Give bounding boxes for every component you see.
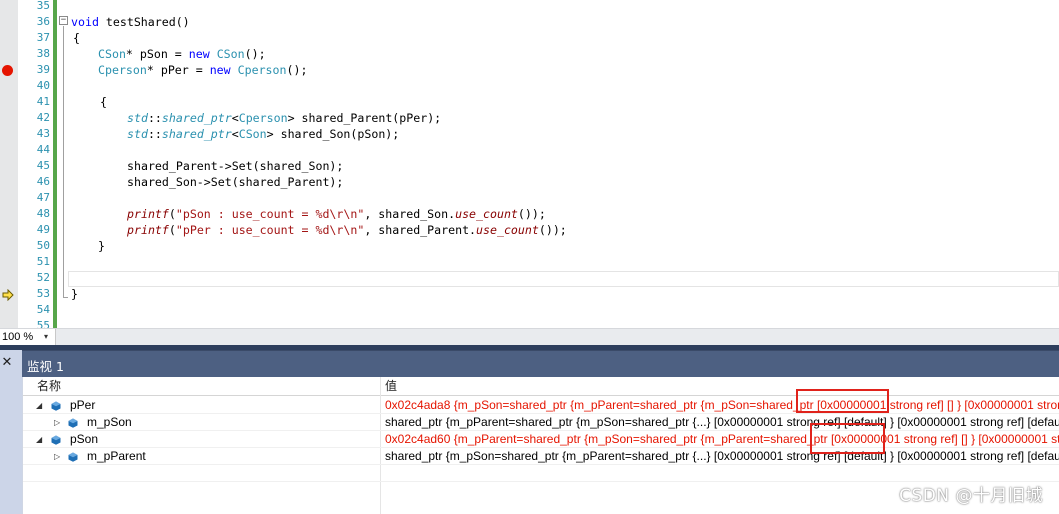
collapsed-icon[interactable]: ▷ (54, 414, 60, 431)
code-line[interactable]: std::shared_ptr<Cperson> shared_Parent(p… (127, 110, 441, 126)
watermark: CSDN @十月旧城 (899, 486, 1043, 506)
watch-row-value[interactable]: 0x02c4ada8 {m_pSon=shared_ptr {m_pParent… (385, 397, 1059, 414)
line-number: 50 (36, 239, 50, 252)
line-number: 54 (36, 303, 50, 316)
fold-guide-end (63, 297, 68, 298)
line-number: 48 (36, 207, 50, 220)
line-number: 44 (36, 143, 50, 156)
code-line[interactable]: } (98, 238, 105, 254)
code-line[interactable]: printf("pSon : use_count = %d\r\n", shar… (127, 206, 546, 222)
line-number: 38 (36, 47, 50, 60)
expanded-icon[interactable]: ◢ (36, 397, 42, 414)
object-icon (68, 418, 78, 428)
breakpoint-margin[interactable] (0, 0, 18, 328)
watch-row[interactable]: ◢ pPer 0x02c4ada8 {m_pSon=shared_ptr {m_… (23, 397, 1059, 414)
object-icon (51, 401, 61, 411)
line-number: 49 (36, 223, 50, 236)
watch-row-name: pPer (70, 398, 96, 412)
fold-guide (63, 26, 64, 298)
instruction-pointer-icon (2, 289, 14, 301)
code-line[interactable]: { (73, 30, 80, 46)
watch-row[interactable]: ▷ m_pSon shared_ptr {m_pParent=shared_pt… (23, 414, 1059, 431)
watch-row[interactable]: ◢ pSon 0x02c4ad60 {m_pParent=shared_ptr … (23, 431, 1059, 448)
line-number: 39 (36, 63, 50, 76)
watch-row-name: pSon (70, 432, 99, 446)
object-icon (68, 452, 78, 462)
annotation-highlight-box (810, 423, 885, 454)
expanded-icon[interactable]: ◢ (36, 431, 42, 448)
line-number: 46 (36, 175, 50, 188)
change-tracking-bar (53, 0, 57, 328)
watch-title: 监视 1 (27, 359, 64, 374)
line-number: 47 (36, 191, 50, 204)
watch-row-name: m_pParent (87, 449, 146, 463)
line-number: 51 (36, 255, 50, 268)
watch-empty-row[interactable] (23, 465, 1059, 482)
watch-row[interactable]: ▷ m_pParent shared_ptr {m_pSon=shared_pt… (23, 448, 1059, 465)
code-line[interactable]: std::shared_ptr<CSon> shared_Son(pSon); (127, 126, 399, 142)
fold-toggle-icon[interactable]: − (59, 16, 68, 25)
line-number: 42 (36, 111, 50, 124)
watch-row-name: m_pSon (87, 415, 132, 429)
line-number: 43 (36, 127, 50, 140)
code-line[interactable]: { (100, 94, 107, 110)
line-number: 45 (36, 159, 50, 172)
watch-row-value[interactable]: 0x02c4ad60 {m_pParent=shared_ptr {m_pSon… (385, 431, 1059, 448)
side-tool-strip (0, 350, 22, 514)
close-icon[interactable]: ✕ (0, 355, 14, 369)
code-line[interactable]: Cperson* pPer = new Cperson(); (98, 62, 307, 78)
watch-row-value[interactable]: shared_ptr {m_pSon=shared_ptr {m_pParent… (385, 448, 1059, 465)
annotation-highlight-box (796, 389, 889, 413)
code-editor[interactable]: − 35 36 37 38 39 40 41 42 43 44 45 46 47… (0, 0, 1059, 328)
line-number: 53 (36, 287, 50, 300)
line-number: 37 (36, 31, 50, 44)
code-line[interactable]: printf("pPer : use_count = %d\r\n", shar… (127, 222, 567, 238)
column-header-name[interactable]: 名称 (37, 377, 61, 396)
zoom-level-value: 100 % (2, 331, 34, 343)
watch-title-bar[interactable]: 监视 1 (22, 350, 1059, 377)
line-number: 41 (36, 95, 50, 108)
editor-status-strip: 100 % ▾ (0, 328, 1059, 345)
code-line[interactable]: shared_Parent->Set(shared_Son); (127, 158, 343, 174)
column-header-value[interactable]: 值 (385, 377, 397, 396)
code-line[interactable]: CSon* pSon = new CSon(); (98, 46, 266, 62)
watch-row-value[interactable]: shared_ptr {m_pParent=shared_ptr {m_pSon… (385, 414, 1059, 431)
line-number: 35 (36, 0, 50, 12)
collapsed-icon[interactable]: ▷ (54, 448, 60, 465)
breakpoint-icon[interactable] (2, 65, 13, 76)
chevron-down-icon[interactable]: ▾ (44, 329, 48, 345)
object-icon (51, 435, 61, 445)
code-line[interactable]: void testShared() (71, 14, 190, 30)
code-line[interactable]: shared_Son->Set(shared_Parent); (127, 174, 343, 190)
line-number: 52 (36, 271, 50, 284)
current-line-highlight (68, 271, 1059, 287)
line-number: 36 (36, 15, 50, 28)
line-number: 40 (36, 79, 50, 92)
column-header-row: 名称 值 (23, 377, 1059, 396)
line-number: 55 (36, 319, 50, 328)
code-line[interactable]: } (71, 286, 78, 302)
zoom-level-dropdown[interactable]: 100 % ▾ (0, 329, 56, 345)
